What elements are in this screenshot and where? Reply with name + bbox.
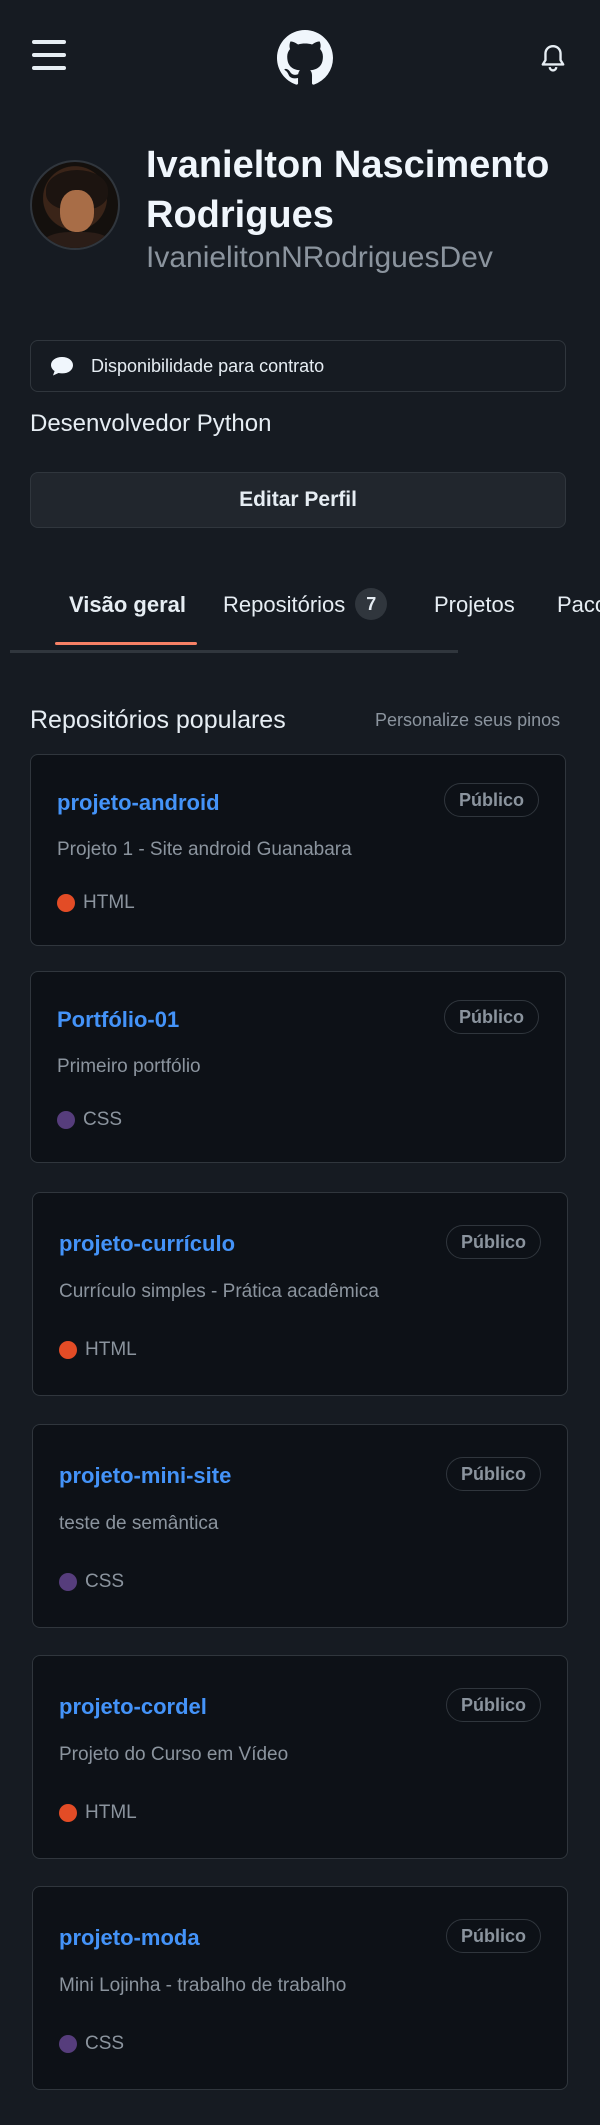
repo-language: HTML — [85, 1802, 137, 1823]
repo-description: Primeiro portfólio — [57, 1056, 201, 1077]
repo-description: Projeto 1 - Site android Guanabara — [57, 839, 352, 860]
repo-name-link[interactable]: projeto-android — [57, 790, 220, 816]
tab-overview[interactable]: Visão geral — [69, 592, 186, 618]
bell-icon[interactable] — [540, 44, 566, 72]
visibility-badge: Público — [445, 1225, 541, 1259]
visibility-badge: Público — [443, 783, 539, 817]
repo-description: Projeto do Curso em Vídeo — [59, 1744, 289, 1765]
avatar[interactable] — [30, 160, 120, 250]
repo-card: Portfólio-01 Público Primeiro portfólio … — [30, 971, 566, 1163]
repo-description: teste de semântica — [59, 1513, 219, 1534]
repo-name-link[interactable]: projeto-cordel — [59, 1694, 207, 1720]
language-color-dot — [59, 2035, 77, 2053]
hamburger-menu-icon[interactable] — [32, 40, 66, 70]
visibility-badge: Público — [445, 1688, 541, 1722]
visibility-badge: Público — [445, 1457, 541, 1491]
hire-status-label: Disponibilidade para contrato — [91, 355, 325, 376]
tab-packages-label: Pacotes — [557, 592, 600, 617]
repo-language: HTML — [85, 1339, 137, 1360]
popular-repos-heading: Repositórios populares — [30, 706, 286, 734]
edit-profile-button[interactable]: Editar Perfil — [30, 472, 566, 528]
repo-card: projeto-mini-site Público teste de semân… — [32, 1424, 568, 1628]
tab-repositories-label: Repositórios — [223, 591, 346, 617]
github-logo-icon[interactable] — [277, 30, 333, 86]
repo-name-link[interactable]: Portfólio-01 — [57, 1007, 179, 1033]
language-color-dot — [59, 1341, 77, 1359]
repo-card: projeto-cordel Público Projeto do Curso … — [32, 1655, 568, 1859]
language-color-dot — [57, 1111, 75, 1129]
profile-tabs: Visão geral Repositórios 7 Projetos Pacot… — [0, 580, 600, 650]
repo-card: projeto-android Público Projeto 1 - Site… — [30, 754, 566, 946]
repositories-count-badge: 7 — [355, 588, 388, 620]
profile-bio: Desenvolvedor Python — [30, 410, 272, 437]
repo-language: CSS — [85, 1571, 125, 1592]
repo-name-link[interactable]: projeto-mini-site — [59, 1463, 231, 1489]
tab-packages[interactable]: Pacotes — [557, 592, 600, 618]
repo-description: Mini Lojinha - trabalho de trabalho — [59, 1975, 347, 1996]
profile-username: IvanielitonNRodriguesDev — [146, 241, 493, 274]
tabs-divider — [10, 650, 458, 653]
language-color-dot — [59, 1573, 77, 1591]
tab-projects-label: Projetos — [434, 592, 515, 617]
language-color-dot — [59, 1804, 77, 1822]
tab-projects[interactable]: Projetos — [434, 592, 515, 618]
customize-pins-link[interactable]: Personalize seus pinos — [375, 710, 560, 731]
repo-card: projeto-moda Público Mini Lojinha - trab… — [32, 1886, 568, 2090]
speech-bubble-icon — [51, 357, 73, 376]
repo-language: CSS — [85, 2033, 125, 2054]
repo-card: projeto-currículo Público Currículo simp… — [32, 1192, 568, 1396]
visibility-badge: Público — [445, 1919, 541, 1953]
repo-name-link[interactable]: projeto-currículo — [59, 1231, 235, 1257]
visibility-badge: Público — [443, 1000, 539, 1034]
tab-repositories[interactable]: Repositórios 7 — [223, 588, 388, 622]
repo-name-link[interactable]: projeto-moda — [59, 1925, 200, 1951]
hire-status-box[interactable]: Disponibilidade para contrato — [30, 340, 566, 392]
language-color-dot — [57, 894, 75, 912]
repo-language: CSS — [83, 1109, 123, 1130]
profile-full-name: Ivanielton Nascimento Rodrigues — [146, 144, 550, 236]
active-tab-indicator — [55, 642, 197, 645]
repo-description: Currículo simples - Prática acadêmica — [59, 1281, 379, 1302]
tab-overview-label: Visão geral — [69, 592, 186, 617]
repo-language: HTML — [83, 892, 135, 913]
